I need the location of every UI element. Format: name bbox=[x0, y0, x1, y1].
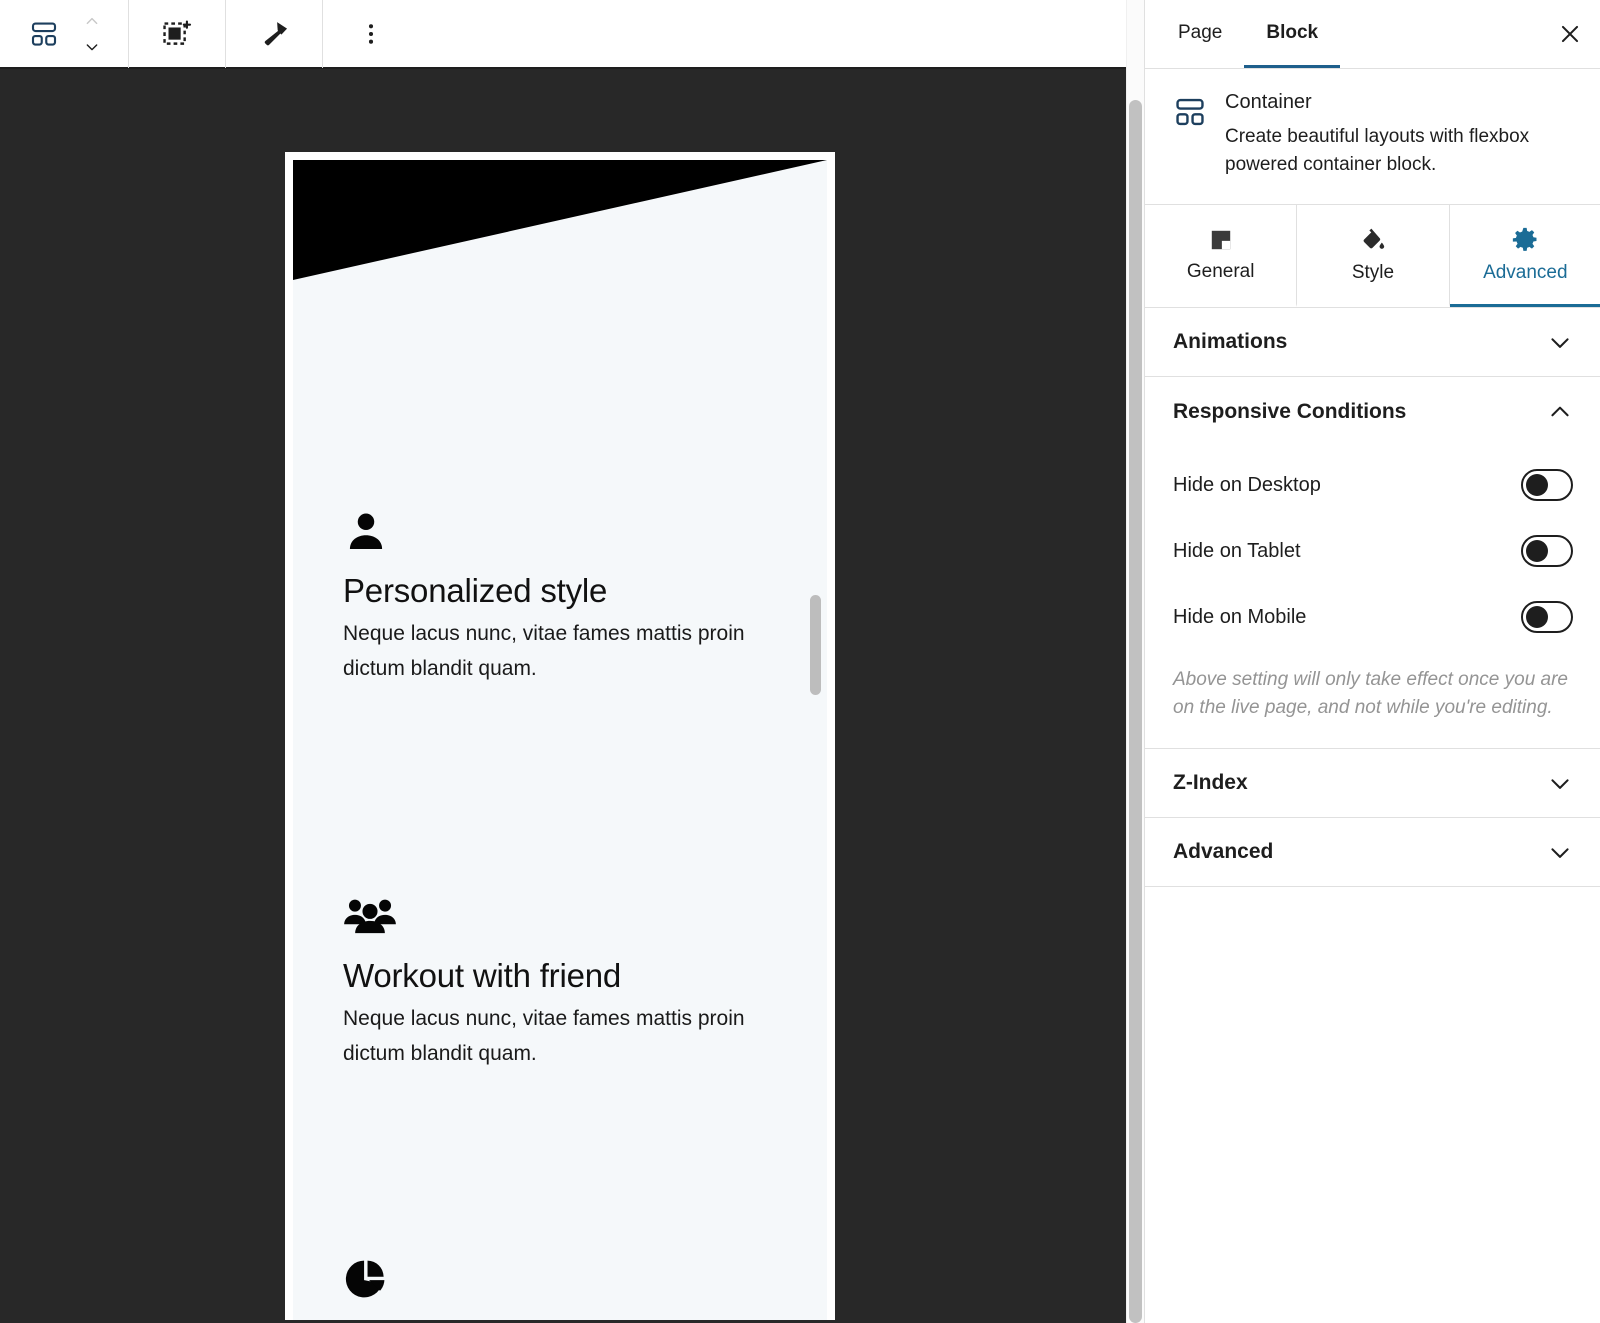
gear-icon bbox=[1513, 227, 1537, 251]
close-icon bbox=[1561, 25, 1579, 43]
container-block-icon bbox=[31, 21, 57, 46]
hide-on-tablet-toggle[interactable] bbox=[1521, 535, 1573, 568]
block-summary-card: Container Create beautiful layouts with … bbox=[1145, 69, 1600, 206]
styles-group bbox=[226, 0, 322, 68]
hero-wedge-shape bbox=[293, 160, 827, 280]
panel-advanced[interactable]: Advanced bbox=[1145, 818, 1600, 888]
toggle-knob bbox=[1526, 606, 1548, 629]
block-toolbar bbox=[0, 0, 1126, 69]
editor-canvas: Personalized style Neque lacus nunc, vit… bbox=[0, 69, 1126, 1323]
hide-on-tablet-label: Hide on Tablet bbox=[1173, 539, 1301, 562]
tab-advanced-label: Advanced bbox=[1483, 261, 1568, 283]
tab-block[interactable]: Block bbox=[1244, 0, 1341, 68]
toggle-knob bbox=[1526, 474, 1548, 497]
block-summary-text: Container Create beautiful layouts with … bbox=[1225, 91, 1573, 178]
panel-responsive-conditions-title: Responsive Conditions bbox=[1173, 399, 1407, 423]
hide-on-mobile-label: Hide on Mobile bbox=[1173, 605, 1307, 628]
block-description: Create beautiful layouts with flexbox po… bbox=[1225, 126, 1530, 175]
editor-scrollbar-thumb[interactable] bbox=[1129, 100, 1142, 1323]
feature-block[interactable] bbox=[343, 1255, 773, 1318]
preview-scrollbar[interactable] bbox=[809, 160, 822, 1320]
sidebar-tabs: Page Block bbox=[1145, 0, 1600, 69]
people-group-icon bbox=[343, 890, 773, 947]
options-group bbox=[323, 0, 419, 68]
container-block-icon bbox=[1173, 91, 1207, 178]
editor-app: Personalized style Neque lacus nunc, vit… bbox=[0, 0, 1600, 1323]
tab-general-label: General bbox=[1186, 260, 1255, 282]
settings-sidebar: Page Block Container Create beautiful la… bbox=[1144, 0, 1600, 1323]
move-down-button[interactable] bbox=[74, 35, 110, 59]
tab-advanced[interactable]: Advanced bbox=[1449, 205, 1600, 308]
setting-hide-on-mobile: Hide on Mobile bbox=[1173, 584, 1573, 650]
tab-page[interactable]: Page bbox=[1156, 0, 1244, 68]
page-preview[interactable]: Personalized style Neque lacus nunc, vit… bbox=[293, 160, 827, 1320]
panel-z-index[interactable]: Z-Index bbox=[1145, 749, 1600, 819]
hammer-icon bbox=[264, 21, 288, 45]
toggle-knob bbox=[1526, 540, 1548, 563]
move-up-button[interactable] bbox=[74, 9, 110, 33]
panel-advanced-title: Advanced bbox=[1173, 840, 1274, 864]
general-square-icon bbox=[1211, 230, 1230, 249]
panel-z-index-title: Z-Index bbox=[1173, 771, 1248, 795]
chevron-down-icon bbox=[1551, 338, 1569, 348]
block-options-button[interactable] bbox=[347, 10, 395, 58]
hide-on-mobile-toggle[interactable] bbox=[1521, 601, 1573, 634]
responsive-conditions-note: Above setting will only take effect once… bbox=[1173, 669, 1569, 719]
panel-animations-title: Animations bbox=[1173, 330, 1288, 354]
editor-scrollbar[interactable] bbox=[1126, 0, 1144, 1323]
device-preview-frame: Personalized style Neque lacus nunc, vit… bbox=[285, 152, 835, 1320]
select-parent-group bbox=[129, 0, 225, 68]
block-mover-group bbox=[0, 0, 128, 68]
feature-title: Personalized style bbox=[343, 572, 608, 609]
feature-title: Workout with friend bbox=[343, 957, 622, 994]
block-movers bbox=[68, 4, 116, 64]
panel-animations[interactable]: Animations bbox=[1145, 308, 1600, 378]
panel-responsive-conditions[interactable]: Responsive Conditions bbox=[1145, 377, 1600, 446]
responsive-conditions-body: Hide on Desktop Hide on Tablet Hide on M… bbox=[1145, 446, 1600, 750]
settings-tab-strip: General Style Advanced bbox=[1145, 205, 1600, 309]
feature-block[interactable]: Workout with friend Neque lacus nunc, vi… bbox=[343, 890, 773, 1071]
select-parent-icon bbox=[163, 19, 192, 45]
tab-page-label: Page bbox=[1178, 21, 1223, 43]
person-icon bbox=[343, 505, 773, 562]
block-type-button[interactable] bbox=[20, 10, 68, 58]
setting-hide-on-desktop: Hide on Desktop bbox=[1173, 452, 1573, 518]
tab-style[interactable]: Style bbox=[1297, 205, 1450, 308]
chevron-down-icon bbox=[86, 43, 98, 50]
more-vertical-icon bbox=[368, 23, 374, 44]
feature-description: Neque lacus nunc, vitae fames mattis pro… bbox=[343, 1006, 745, 1065]
editor-area: Personalized style Neque lacus nunc, vit… bbox=[0, 0, 1126, 1323]
chevron-down-icon bbox=[1551, 848, 1569, 859]
tab-block-label: Block bbox=[1266, 21, 1319, 43]
block-title: Container bbox=[1225, 91, 1312, 113]
hide-on-desktop-toggle[interactable] bbox=[1521, 469, 1573, 502]
pie-chart-icon bbox=[343, 1255, 773, 1308]
select-parent-button[interactable] bbox=[153, 10, 201, 58]
tab-style-label: Style bbox=[1351, 261, 1395, 283]
setting-hide-on-tablet: Hide on Tablet bbox=[1173, 518, 1573, 584]
chevron-up-icon bbox=[1551, 406, 1569, 416]
paint-bucket-icon bbox=[1363, 228, 1385, 249]
preview-scrollbar-thumb[interactable] bbox=[810, 595, 821, 695]
hide-on-desktop-label: Hide on Desktop bbox=[1173, 473, 1321, 496]
close-sidebar-button[interactable] bbox=[1539, 0, 1600, 68]
feature-description: Neque lacus nunc, vitae fames mattis pro… bbox=[343, 621, 745, 680]
chevron-up-icon bbox=[86, 17, 98, 24]
tab-general[interactable]: General bbox=[1145, 205, 1298, 308]
styles-button[interactable] bbox=[250, 10, 298, 58]
feature-block[interactable]: Personalized style Neque lacus nunc, vit… bbox=[343, 505, 773, 686]
chevron-down-icon bbox=[1551, 779, 1569, 790]
